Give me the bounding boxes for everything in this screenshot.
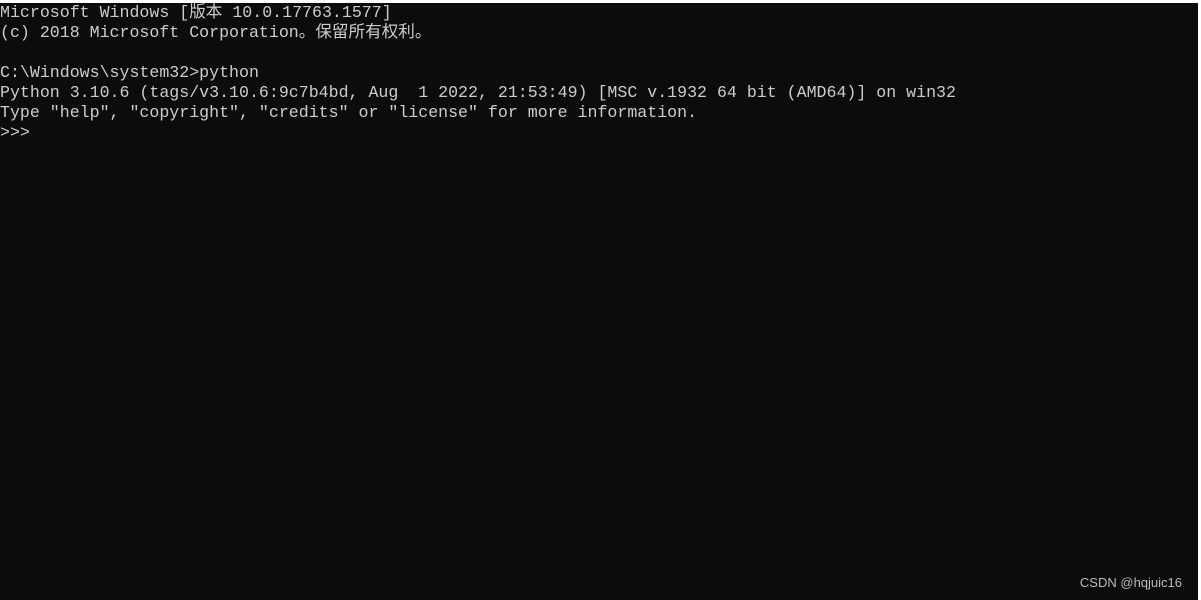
watermark: CSDN @hqjuic16 — [1079, 575, 1182, 590]
console-line: Type "help", "copyright", "credits" or "… — [0, 103, 698, 122]
console-line: Python 3.10.6 (tags/v3.10.6:9c7b4bd, Aug… — [0, 83, 956, 102]
console-line: C:\Windows\system32>python — [0, 63, 259, 82]
console-window[interactable]: Microsoft Windows [版本 10.0.17763.1577] (… — [0, 3, 1198, 600]
console-line: (c) 2018 Microsoft Corporation。保留所有权利。 — [0, 23, 432, 42]
console-line: Microsoft Windows [版本 10.0.17763.1577] — [0, 3, 392, 22]
python-prompt[interactable]: >>> — [0, 123, 40, 143]
